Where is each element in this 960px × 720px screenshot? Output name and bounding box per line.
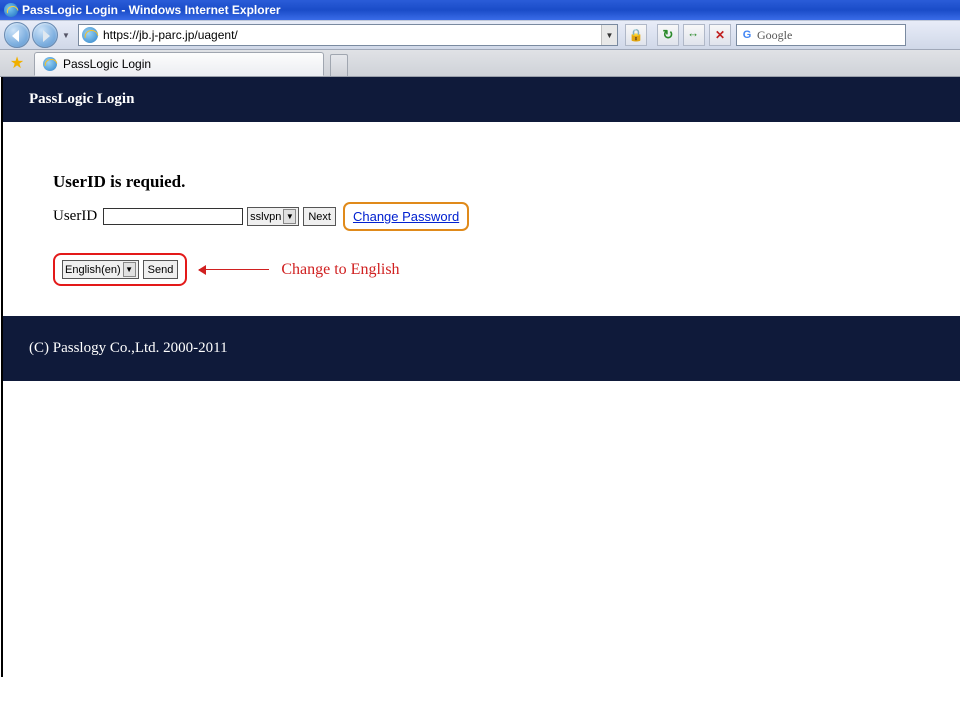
compat-view-button[interactable] — [657, 24, 679, 46]
back-button[interactable] — [4, 22, 30, 48]
ie-icon — [4, 3, 18, 17]
chevron-down-icon: ▼ — [123, 262, 136, 277]
forward-button[interactable] — [32, 22, 58, 48]
stop-button[interactable] — [709, 24, 731, 46]
change-password-link[interactable]: Change Password — [343, 202, 469, 231]
tab-title: PassLogic Login — [63, 57, 151, 71]
tab-strip: ★ PassLogic Login — [0, 50, 960, 77]
userid-input[interactable] — [103, 208, 243, 225]
required-message: UserID is requied. — [53, 172, 960, 192]
google-icon: G — [740, 28, 754, 42]
chevron-down-icon: ▼ — [283, 209, 296, 224]
lock-icon[interactable] — [625, 24, 647, 46]
page-header: PassLogic Login — [3, 77, 960, 122]
search-provider-label: Google — [757, 28, 792, 43]
page-title: PassLogic Login — [29, 91, 134, 107]
browser-tab[interactable]: PassLogic Login — [34, 52, 324, 76]
address-input[interactable] — [101, 26, 601, 44]
address-dropdown[interactable]: ▼ — [601, 25, 617, 45]
navigation-toolbar: ▼ ▼ G Google — [0, 20, 960, 50]
window-title: PassLogic Login - Windows Internet Explo… — [22, 3, 281, 17]
nav-history-dropdown[interactable]: ▼ — [60, 22, 72, 48]
userid-label: UserID — [53, 208, 97, 225]
language-select[interactable]: English(en) ▼ — [62, 260, 139, 279]
login-content: UserID is requied. UserID sslvpn ▼ Next … — [3, 122, 960, 316]
refresh-button[interactable] — [683, 24, 705, 46]
annotation-text: Change to English — [281, 261, 399, 279]
new-tab-button[interactable] — [330, 54, 348, 76]
language-row: English(en) ▼ Send — [53, 253, 187, 286]
page-icon — [82, 27, 98, 43]
address-bar[interactable]: ▼ — [78, 24, 618, 46]
page-content: PassLogic Login UserID is requied. UserI… — [1, 77, 960, 677]
domain-select-value: sslvpn — [250, 211, 281, 223]
window-titlebar: PassLogic Login - Windows Internet Explo… — [0, 0, 960, 20]
search-box[interactable]: G Google — [736, 24, 906, 46]
language-select-value: English(en) — [65, 264, 121, 276]
favorites-star-icon[interactable]: ★ — [6, 52, 28, 74]
domain-select[interactable]: sslvpn ▼ — [247, 207, 299, 226]
send-button[interactable]: Send — [143, 260, 179, 279]
language-row-wrap: English(en) ▼ Send Change to English — [53, 253, 960, 286]
annotation-arrow — [199, 269, 269, 270]
next-button[interactable]: Next — [303, 207, 336, 226]
tab-page-icon — [43, 57, 57, 71]
page-footer: (C) Passlogy Co.,Ltd. 2000-2011 — [3, 316, 960, 381]
copyright-text: (C) Passlogy Co.,Ltd. 2000-2011 — [29, 340, 228, 356]
login-row: UserID sslvpn ▼ Next Change Password — [53, 202, 960, 231]
